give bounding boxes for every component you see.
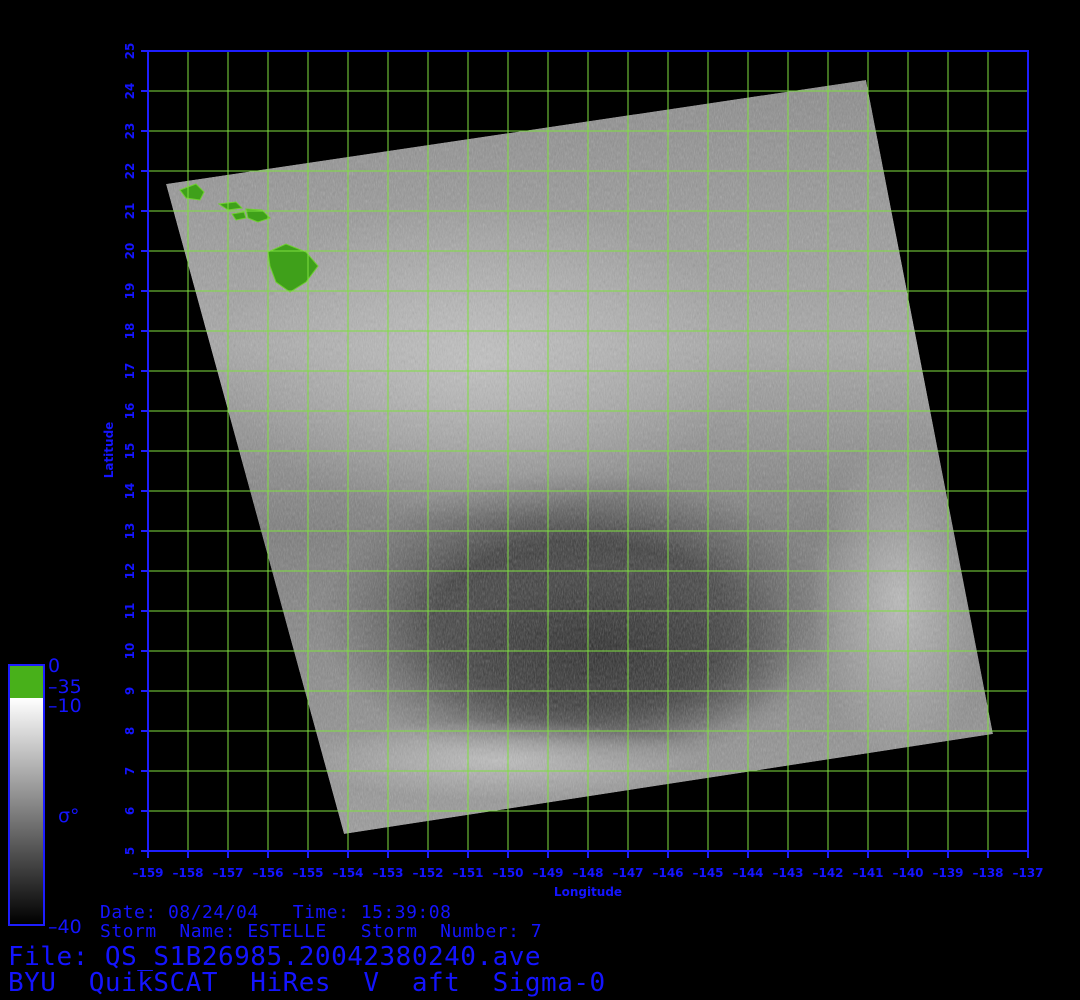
product-line: BYU QuikSCAT HiRes V aft Sigma-0 <box>8 968 606 998</box>
lon-tick-label: –137 <box>1012 866 1043 880</box>
lon-tick-label: –138 <box>972 866 1003 880</box>
lat-tick-label: 25 <box>123 43 137 60</box>
storm-line: Storm Name: ESTELLE Storm Number: 7 <box>100 921 543 942</box>
lon-tick-label: –146 <box>652 866 683 880</box>
lat-tick-label: 22 <box>123 163 137 180</box>
lon-tick-label: –140 <box>892 866 923 880</box>
map-figure: –159 –158 –157 –156 –155 –154 –153 –152 –151 –150… <box>8 43 1044 938</box>
file-line: File: QS_S1B26985.20042380240.ave <box>8 942 542 972</box>
lon-tick-label: –159 <box>132 866 163 880</box>
lat-tick-label: 8 <box>123 727 137 735</box>
lon-tick-label: –144 <box>732 866 763 880</box>
lon-tick-label: –145 <box>692 866 723 880</box>
colorbar-label-0: 0 <box>48 655 60 677</box>
lon-tick-label: –139 <box>932 866 963 880</box>
lat-tick-label: 13 <box>123 523 137 540</box>
lon-tick-label: –149 <box>532 866 563 880</box>
lon-tick-label: –158 <box>172 866 203 880</box>
lat-tick-label: 24 <box>123 83 137 100</box>
colorbar-label-3: –40 <box>48 916 82 938</box>
lat-tick-label: 12 <box>123 563 137 580</box>
colorbar-land-swatch <box>10 666 43 698</box>
colorbar-gradient <box>10 698 43 924</box>
lon-tick-label: –155 <box>292 866 323 880</box>
lat-tick-label: 15 <box>123 443 137 460</box>
lon-tick-label: –154 <box>332 866 363 880</box>
lat-tick-label: 11 <box>123 603 137 620</box>
lon-tick-label: –142 <box>812 866 843 880</box>
colorbar: 0 –35 –10 –40 σ° <box>8 655 82 938</box>
swath-image <box>166 80 993 834</box>
lat-tick-label: 20 <box>123 243 137 260</box>
colorbar-symbol: σ° <box>58 805 80 827</box>
lon-tick-label: –156 <box>252 866 283 880</box>
lat-tick-label: 14 <box>123 483 137 500</box>
lat-tick-label: 6 <box>123 807 137 815</box>
lat-tick-label: 9 <box>123 687 137 695</box>
y-axis-label: Latitude <box>102 422 116 479</box>
lat-tick-label: 23 <box>123 123 137 140</box>
lon-tick-label: –153 <box>372 866 403 880</box>
date-time-line: Date: 08/24/04 Time: 15:39:08 <box>100 902 452 923</box>
lon-tick-label: –152 <box>412 866 443 880</box>
lat-tick-label: 16 <box>123 403 137 420</box>
lon-tick-label: –157 <box>212 866 243 880</box>
lon-tick-label: –141 <box>852 866 883 880</box>
colorbar-label-2: –10 <box>48 695 82 717</box>
x-axis-label: Longitude <box>554 885 622 899</box>
lat-tick-label: 18 <box>123 323 137 340</box>
graticule <box>147 50 1029 852</box>
lat-tick-label: 10 <box>123 643 137 660</box>
lat-tick-label: 5 <box>123 847 137 855</box>
lon-tick-label: –151 <box>452 866 483 880</box>
lon-tick-label: –143 <box>772 866 803 880</box>
lon-tick-label: –150 <box>492 866 523 880</box>
lon-tick-label: –148 <box>572 866 603 880</box>
lon-tick-label: –147 <box>612 866 643 880</box>
lat-tick-label: 19 <box>123 283 137 300</box>
lat-tick-label: 21 <box>123 203 137 220</box>
lat-tick-label: 7 <box>123 767 137 775</box>
lat-tick-label: 17 <box>123 363 137 380</box>
longitude-ticks: –159 –158 –157 –156 –155 –154 –153 –152 –151 –150… <box>132 851 1044 880</box>
latitude-ticks: 5 6 7 8 9 10 11 12 13 14 15 16 17 18 19 20 21 22 23 24 25 <box>123 43 148 855</box>
